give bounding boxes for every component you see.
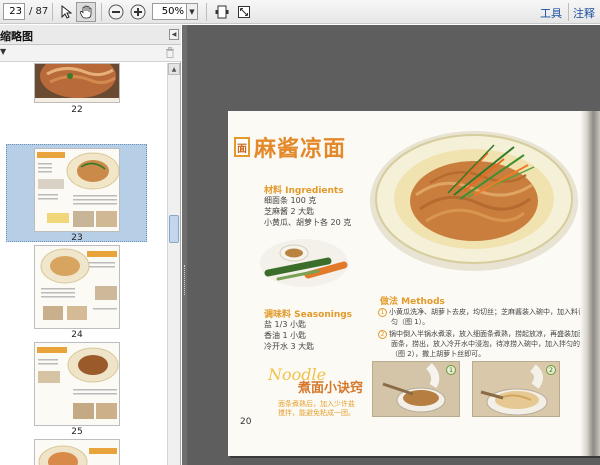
thumbnail-label: 23: [71, 233, 83, 243]
thumbnail-scrollbar[interactable]: ▲: [167, 63, 180, 465]
thumbnail-page-next[interactable]: [34, 439, 120, 465]
step-2-photo: 2: [472, 361, 560, 417]
page-number: 20: [240, 417, 252, 427]
tip-line: 搅拌，能避免粘成一团。: [278, 409, 355, 417]
hand-icon: [79, 5, 92, 19]
ingredient-line: 小黄瓜、胡萝卜各 20 克: [264, 218, 352, 227]
trash-icon[interactable]: [165, 47, 175, 58]
zoom-dropdown-button[interactable]: ▼: [187, 3, 198, 20]
thumbnail-panel: 缩略图 ◀ ▼ 22 23 24 25 ▲: [0, 25, 181, 465]
thumbnail-label: 24: [71, 330, 83, 340]
method-step-text: 面条，捞出，放入冷开水中浸泡，待凉捞入碗中，加入拌匀的酱汁: [391, 340, 594, 348]
zoom-in-button[interactable]: [128, 2, 148, 22]
thumbnail-page-23[interactable]: [34, 148, 120, 232]
fit-page-icon: [238, 6, 250, 18]
step-1-photo: 1: [372, 361, 460, 417]
splitter-grip[interactable]: [184, 265, 185, 295]
ingredients-photo: [260, 239, 348, 287]
toolbar-separator: [206, 3, 207, 21]
recipe-page-thumbnail: [35, 343, 119, 425]
toolbar-separator: [52, 3, 53, 21]
recipe-page-thumbnail: [35, 246, 119, 328]
tools-menu-link[interactable]: 工具: [540, 5, 562, 21]
thumbnail-page-22[interactable]: [34, 63, 120, 103]
zoom-out-button[interactable]: [106, 2, 126, 22]
panel-title: 缩略图: [0, 30, 33, 43]
scrollbar-thumb[interactable]: [169, 215, 179, 243]
step-number: 1: [378, 307, 387, 317]
book-spine-shadow: [580, 111, 600, 456]
fit-page-button[interactable]: [234, 2, 254, 22]
main-toolbar: / 87 ▼: [0, 0, 600, 24]
thumbnail-page-24[interactable]: [34, 245, 120, 329]
method-step-text: 锅中倒入半锅水煮滚，放入细面条煮熟，捞起放凉，再盛装加面条: [389, 330, 592, 338]
ingredient-line: 细面条 100 克: [264, 196, 317, 205]
panel-options-button[interactable]: ▼: [0, 47, 6, 56]
collapse-panel-button[interactable]: ◀: [169, 29, 179, 40]
panel-splitter[interactable]: [182, 25, 187, 465]
dish-title-row: 面 麻酱凉面: [234, 131, 346, 163]
photo-step-badge: 1: [446, 365, 456, 375]
fit-width-icon: [215, 5, 229, 19]
panel-toolbar: ▼: [0, 45, 181, 62]
noodle-tips-title: 煮面小诀窍: [298, 381, 364, 396]
recipe-page-thumbnail: [35, 440, 119, 465]
hand-tool-button[interactable]: [76, 2, 96, 22]
step-number: 2: [378, 329, 387, 339]
thumbnail-label: 22: [71, 105, 83, 115]
method-step-1: 1 小黄瓜洗净、胡萝卜去皮，均切丝；芝麻酱装入碗中，加入料调味拌: [378, 307, 599, 317]
zoom-in-icon: [130, 4, 146, 20]
panel-header: 缩略图 ◀: [0, 25, 181, 45]
photo-step-badge: 2: [546, 365, 556, 375]
sesame-noodles-photo: [370, 131, 578, 271]
method-step-text: 匀（图 1）。: [391, 318, 430, 326]
seasoning-line: 盐 1/3 小匙: [264, 320, 306, 329]
comment-menu-link[interactable]: 注释: [573, 5, 595, 21]
dish-badge: 面: [234, 137, 250, 157]
method-step-text: （图 2），撒上胡萝卜丝即可。: [391, 350, 486, 358]
thumbnail-page-25[interactable]: [34, 342, 120, 426]
document-viewer[interactable]: 面 麻酱凉面 材料 Ingredients 细面条 100 克 芝麻酱 2 大匙…: [182, 25, 600, 465]
dish-title: 麻酱凉面: [254, 137, 347, 162]
zoom-out-icon: [108, 4, 124, 20]
seasoning-line: 香油 1 小匙: [264, 331, 307, 340]
document-page: 面 麻酱凉面 材料 Ingredients 细面条 100 克 芝麻酱 2 大匙…: [228, 111, 600, 456]
methods-heading: 做法 Methods: [380, 297, 445, 307]
recipe-left-column: 面 麻酱凉面 材料 Ingredients 细面条 100 克 芝麻酱 2 大匙…: [228, 111, 368, 456]
toolbar-separator: [568, 3, 569, 21]
select-tool-button[interactable]: [56, 2, 76, 22]
page-total-label: / 87: [29, 6, 49, 17]
zoom-level-input[interactable]: [152, 3, 187, 20]
toolbar-separator: [101, 3, 102, 21]
thumbnail-list: 22 23 24 25: [0, 63, 166, 465]
method-step-2: 2 锅中倒入半锅水煮滚，放入细面条煮熟，捞起放凉，再盛装加面条: [378, 329, 592, 339]
thumbnail-label: 25: [71, 427, 83, 437]
method-step-text: 小黄瓜洗净、胡萝卜去皮，均切丝；芝麻酱装入碗中，加入料调味拌: [389, 308, 599, 316]
fit-width-button[interactable]: [212, 2, 232, 22]
ingredient-line: 芝麻酱 2 大匙: [264, 207, 315, 216]
scroll-up-button[interactable]: ▲: [168, 63, 180, 75]
noodle-bowl-image: [35, 64, 119, 102]
page-number-input[interactable]: [3, 3, 25, 20]
cursor-arrow-icon: [61, 5, 72, 19]
recipe-page-thumbnail: [35, 149, 119, 231]
seasoning-line: 冷开水 3 大匙: [264, 342, 315, 351]
